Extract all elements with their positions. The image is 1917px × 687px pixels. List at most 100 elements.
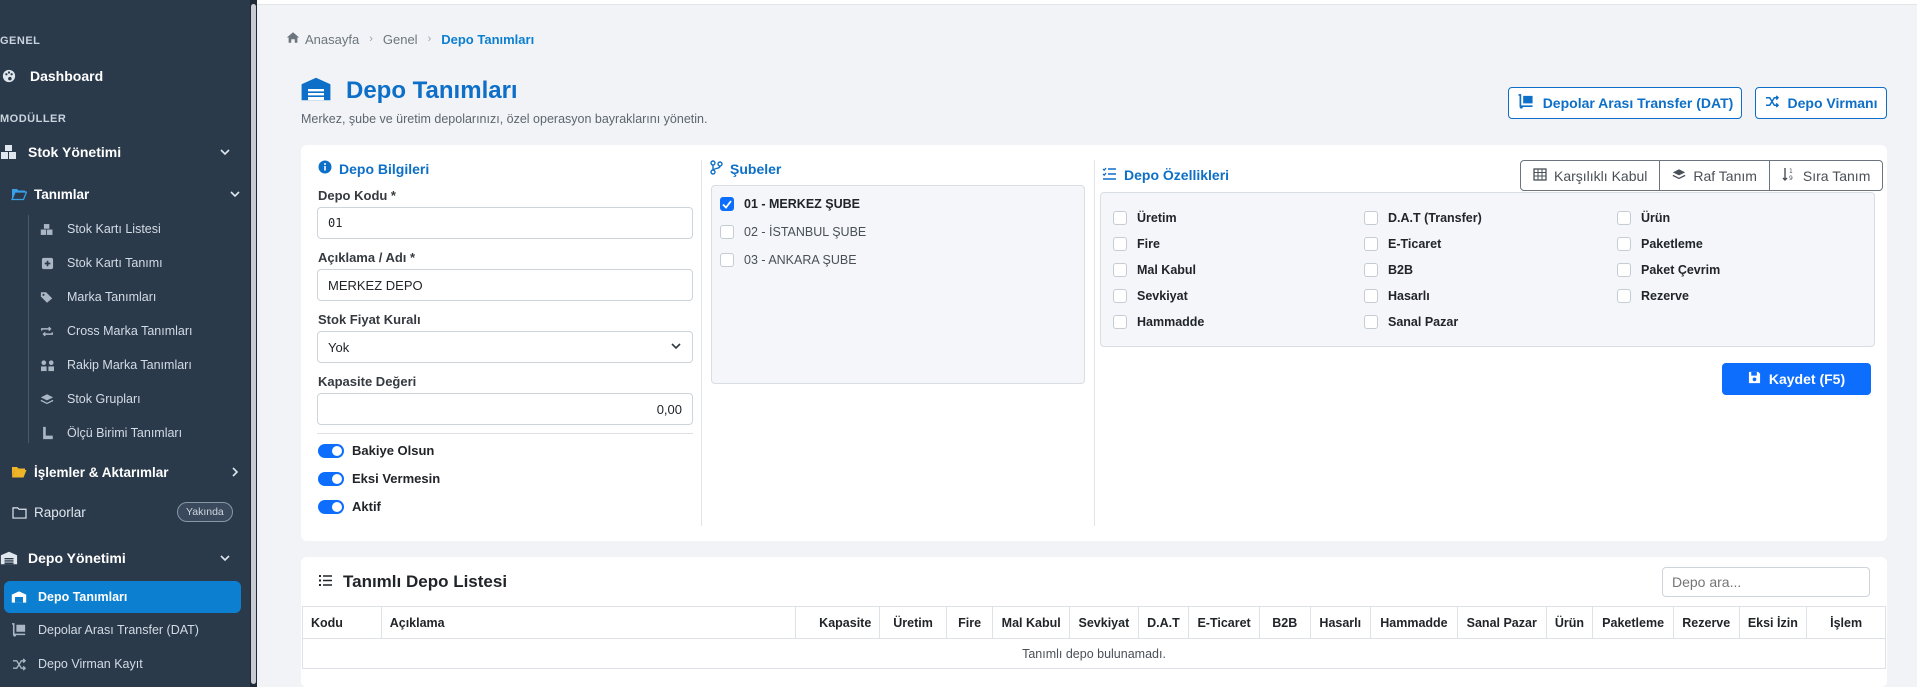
warehouse-search-input[interactable] <box>1662 567 1870 597</box>
virman-button[interactable]: Depo Virmanı <box>1755 87 1887 119</box>
checkbox[interactable] <box>1113 263 1127 277</box>
col-header[interactable]: İşlem <box>1806 606 1886 639</box>
toggle-no-negative[interactable]: Eksi Vermesin <box>318 471 440 486</box>
shelf-def-button[interactable]: Raf Tanım <box>1660 161 1770 190</box>
col-header[interactable]: Kodu <box>302 606 382 639</box>
code-input[interactable]: 01 <box>317 207 693 239</box>
price-rule-select[interactable]: Yok <box>317 331 693 363</box>
sidebar-item-operations[interactable]: İşlemler & Aktarımlar <box>10 458 245 486</box>
sidebar-sub-virman[interactable]: Depo Virman Kayıt <box>11 652 143 676</box>
checkbox[interactable] <box>1364 263 1378 277</box>
feature-checkbox[interactable]: Hammadde <box>1113 315 1204 329</box>
col-header[interactable]: Paketleme <box>1592 606 1674 639</box>
sidebar-sub-label: Depo Tanımları <box>38 590 128 604</box>
checkbox[interactable] <box>1364 289 1378 303</box>
checkbox[interactable] <box>1364 211 1378 225</box>
feature-checkbox[interactable]: E-Ticaret <box>1364 237 1441 251</box>
breadcrumb-home[interactable]: Anasayfa <box>305 32 359 47</box>
sidebar-sub-dat[interactable]: Depolar Arası Transfer (DAT) <box>11 618 199 642</box>
checkbox[interactable] <box>720 225 734 239</box>
col-header[interactable]: Sanal Pazar <box>1456 606 1547 639</box>
col-header[interactable]: Açıklama <box>380 606 796 639</box>
feature-checkbox[interactable]: D.A.T (Transfer) <box>1364 211 1482 225</box>
button-label: Sıra Tanım <box>1802 167 1871 184</box>
col-header[interactable]: Hammadde <box>1370 606 1458 639</box>
sidebar-sub-unit-defs[interactable]: Ölçü Birimi Tanımları <box>39 421 182 445</box>
topbar <box>257 0 1917 5</box>
col-header[interactable]: E-Ticaret <box>1188 606 1261 639</box>
col-header[interactable]: B2B <box>1259 606 1311 639</box>
col-header[interactable]: D.A.T <box>1137 606 1190 639</box>
code-branch-icon <box>710 160 723 178</box>
col-header[interactable]: Kapasite <box>794 606 881 639</box>
checkbox[interactable] <box>1113 237 1127 251</box>
sidebar-scrollbar[interactable] <box>250 0 257 687</box>
folder-icon <box>10 503 28 521</box>
sidebar-sub-brand-defs[interactable]: Marka Tanımları <box>39 285 156 309</box>
sidebar-item-stock-management[interactable]: Stok Yönetimi <box>0 138 245 166</box>
toggle-switch[interactable] <box>318 471 344 486</box>
mutual-accept-button[interactable]: Karşılıklı Kabul <box>1521 161 1661 190</box>
col-header[interactable]: Fire <box>945 606 994 639</box>
toggle-balance[interactable]: Bakiye Olsun <box>318 443 434 458</box>
feature-checkbox[interactable]: B2B <box>1364 263 1413 277</box>
feature-checkbox[interactable]: Paketleme <box>1617 237 1703 251</box>
feature-label: Üretim <box>1137 211 1177 225</box>
col-header[interactable]: Sevkiyat <box>1069 606 1139 639</box>
toggle-switch[interactable] <box>318 499 344 514</box>
toggle-switch[interactable] <box>318 443 344 458</box>
sidebar-item-dashboard[interactable]: Dashboard <box>0 62 245 90</box>
description-input[interactable]: MERKEZ DEPO <box>317 269 693 301</box>
branch-item[interactable]: 01 - MERKEZ ŞUBE <box>720 197 860 211</box>
checkbox[interactable] <box>1364 237 1378 251</box>
feature-checkbox[interactable]: Üretim <box>1113 211 1177 225</box>
capacity-input[interactable]: 0,00 <box>317 393 693 425</box>
sidebar-sub-warehouse-defs[interactable]: Depo Tanımları <box>11 585 127 609</box>
col-header[interactable]: Ürün <box>1545 606 1594 639</box>
col-header[interactable]: Mal Kabul <box>992 606 1071 639</box>
features-box <box>1100 192 1875 347</box>
feature-checkbox[interactable]: Rezerve <box>1617 289 1689 303</box>
transfer-button[interactable]: Depolar Arası Transfer (DAT) <box>1508 87 1742 119</box>
toggle-active[interactable]: Aktif <box>318 499 381 514</box>
feature-label: Hammadde <box>1137 315 1205 329</box>
col-header[interactable]: Hasarlı <box>1309 606 1372 639</box>
sidebar-item-label: İşlemler & Aktarımlar <box>34 464 169 480</box>
col-header[interactable]: Eksi İzin <box>1738 606 1808 639</box>
floppy-disk-icon <box>1748 371 1761 387</box>
checkbox-checked[interactable] <box>720 197 734 211</box>
checkbox[interactable] <box>1617 237 1631 251</box>
feature-checkbox[interactable]: Paket Çevrim <box>1617 263 1720 277</box>
sidebar-sub-label: Ölçü Birimi Tanımları <box>67 426 183 440</box>
sidebar-item-warehouse-management[interactable]: Depo Yönetimi <box>0 544 245 572</box>
checkbox[interactable] <box>720 253 734 267</box>
order-def-button[interactable]: 19 Sıra Tanım <box>1770 161 1882 190</box>
sidebar-sub-stock-card-list[interactable]: Stok Kartı Listesi <box>39 217 161 241</box>
breadcrumb-general[interactable]: Genel <box>383 32 418 47</box>
feature-checkbox[interactable]: Fire <box>1113 237 1160 251</box>
checkbox[interactable] <box>1113 315 1127 329</box>
feature-checkbox[interactable]: Sanal Pazar <box>1364 315 1458 329</box>
sidebar-sub-stock-card-def[interactable]: Stok Kartı Tanımı <box>39 251 163 275</box>
sidebar-sub-rival-brand[interactable]: Rakip Marka Tanımları <box>39 353 192 377</box>
feature-checkbox[interactable]: Hasarlı <box>1364 289 1430 303</box>
sidebar-item-definitions[interactable]: Tanımlar <box>10 180 245 208</box>
checkbox[interactable] <box>1617 263 1631 277</box>
checkbox[interactable] <box>1364 315 1378 329</box>
sidebar-sub-cross-brand[interactable]: Cross Marka Tanımları <box>39 319 193 343</box>
col-header[interactable]: Üretim <box>879 606 947 639</box>
feature-checkbox[interactable]: Mal Kabul <box>1113 263 1196 277</box>
checkbox[interactable] <box>1113 289 1127 303</box>
checkbox[interactable] <box>1113 211 1127 225</box>
feature-checkbox[interactable]: Ürün <box>1617 211 1670 225</box>
branch-item[interactable]: 03 - ANKARA ŞUBE <box>720 253 857 267</box>
sidebar-sub-stock-groups[interactable]: Stok Grupları <box>39 387 141 411</box>
warehouse-icon <box>300 76 332 105</box>
checkbox[interactable] <box>1617 289 1631 303</box>
col-header[interactable]: Rezerve <box>1672 606 1740 639</box>
sidebar-sub-label: Depo Virman Kayıt <box>38 657 143 671</box>
checkbox[interactable] <box>1617 211 1631 225</box>
save-button[interactable]: Kaydet (F5) <box>1722 363 1871 395</box>
feature-checkbox[interactable]: Sevkiyat <box>1113 289 1188 303</box>
branch-item[interactable]: 02 - İSTANBUL ŞUBE <box>720 225 866 239</box>
